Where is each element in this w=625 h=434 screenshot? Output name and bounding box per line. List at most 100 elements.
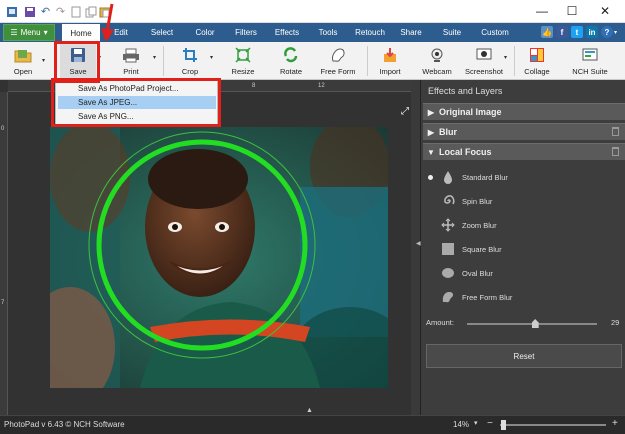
webcam-icon xyxy=(428,47,446,63)
effects-layers-panel: Effects and Layers ▶ Original Image ▶ Bl… xyxy=(416,80,625,415)
redo-icon[interactable]: ↷ xyxy=(53,4,68,19)
oval-icon xyxy=(440,265,456,281)
blur-option-oval[interactable]: Oval Blur xyxy=(426,262,493,284)
resize-button[interactable]: Resize xyxy=(226,44,260,78)
screenshot-dropdown-arrow[interactable]: ▾ xyxy=(504,54,507,61)
rotate-button[interactable]: Rotate xyxy=(273,44,309,78)
panel-title: Effects and Layers xyxy=(428,86,503,96)
tab-tools[interactable]: Tools xyxy=(312,23,344,42)
zoom-in-button[interactable]: + xyxy=(612,418,618,429)
linkedin-icon[interactable]: in xyxy=(586,26,598,38)
selected-indicator xyxy=(428,174,433,180)
fit-screen-icon[interactable]: ⤢ xyxy=(401,106,409,117)
chevron-down-icon[interactable]: ▾ xyxy=(614,29,617,36)
chevron-down-icon: ▼ xyxy=(427,147,435,157)
zoom-dropdown-arrow[interactable]: ▾ xyxy=(474,419,478,427)
cut-icon[interactable] xyxy=(68,4,83,19)
ruler-tick: 8 xyxy=(252,83,256,89)
screenshot-button[interactable]: Screenshot xyxy=(462,44,506,78)
printer-icon xyxy=(122,47,140,63)
photo-canvas[interactable] xyxy=(50,127,388,388)
hamburger-icon: ☰ xyxy=(10,28,18,37)
vertical-ruler: 0 7 xyxy=(0,92,8,415)
undo-icon[interactable]: ↶ xyxy=(38,4,53,19)
amount-label: Amount: xyxy=(426,318,454,327)
reset-button[interactable]: Reset xyxy=(426,344,622,368)
minimize-button[interactable]: — xyxy=(527,0,557,22)
crop-dropdown-arrow[interactable]: ▾ xyxy=(210,54,213,61)
annotation-arrow xyxy=(101,3,114,42)
annotation-box-menu xyxy=(51,78,221,127)
tab-filters[interactable]: Filters xyxy=(228,23,264,42)
chevron-down-icon: ▾ xyxy=(43,28,48,37)
import-icon xyxy=(381,47,399,63)
separator xyxy=(367,46,368,76)
zoom-out-button[interactable]: − xyxy=(487,418,493,429)
blur-option-spin[interactable]: Spin Blur xyxy=(426,190,492,212)
section-blur[interactable]: ▶ Blur xyxy=(423,123,625,140)
crop-button[interactable]: Crop xyxy=(173,44,207,78)
trash-icon[interactable] xyxy=(612,147,619,156)
twitter-icon[interactable]: t xyxy=(571,26,583,38)
photo-image xyxy=(50,127,388,388)
tab-suite[interactable]: Suite xyxy=(436,23,468,42)
chevron-right-icon: ▶ xyxy=(427,107,435,117)
collapse-panel-icon[interactable]: ◀ xyxy=(416,240,421,247)
ruler-tick: 0 xyxy=(1,126,5,132)
zoom-slider-thumb[interactable] xyxy=(501,420,506,430)
expand-up-icon[interactable]: ▲ xyxy=(306,407,313,414)
menu-bar: ☰ Menu ▾ Home Edit Select Color Filters … xyxy=(0,23,625,42)
droplet-icon xyxy=(440,169,456,185)
tab-share[interactable]: Share xyxy=(395,23,427,42)
print-dropdown-arrow[interactable]: ▾ xyxy=(153,54,156,61)
tab-effects[interactable]: Effects xyxy=(268,23,306,42)
amount-slider-thumb[interactable] xyxy=(531,319,539,328)
blur-option-standard[interactable]: Standard Blur xyxy=(426,166,508,188)
free-form-icon xyxy=(329,47,347,63)
tab-color[interactable]: Color xyxy=(188,23,222,42)
title-bar: ↶ ↷ — ☐ ✕ xyxy=(0,0,625,23)
ruler-tick: 12 xyxy=(318,83,325,89)
spiral-icon xyxy=(440,193,456,209)
save-icon[interactable] xyxy=(22,4,37,19)
vertical-scrollbar[interactable] xyxy=(411,80,420,415)
section-local-focus[interactable]: ▼ Local Focus xyxy=(423,143,625,160)
print-button[interactable]: Print xyxy=(115,44,147,78)
square-icon xyxy=(440,241,456,257)
close-button[interactable]: ✕ xyxy=(590,0,620,22)
version-text: PhotoPad v 6.43 © NCH Software xyxy=(4,420,125,429)
trash-icon[interactable] xyxy=(612,127,619,136)
rotate-icon xyxy=(282,47,300,63)
facebook-icon[interactable]: f xyxy=(556,26,568,38)
import-button[interactable]: Import xyxy=(373,44,407,78)
collage-icon xyxy=(528,47,546,63)
tab-custom[interactable]: Custom xyxy=(475,23,515,42)
tab-retouch[interactable]: Retouch xyxy=(349,23,391,42)
resize-icon xyxy=(234,47,252,63)
webcam-button[interactable]: Webcam xyxy=(419,44,455,78)
blur-option-square[interactable]: Square Blur xyxy=(426,238,502,260)
folder-icon xyxy=(14,47,32,63)
tab-select[interactable]: Select xyxy=(142,23,182,42)
free-form-icon xyxy=(440,289,456,305)
collage-button[interactable]: Collage xyxy=(520,44,554,78)
section-original-image[interactable]: ▶ Original Image xyxy=(423,103,625,120)
free-form-button[interactable]: Free Form xyxy=(316,44,360,78)
crop-icon xyxy=(181,47,199,63)
blur-option-zoom[interactable]: Zoom Blur xyxy=(426,214,497,236)
zoom-level: 14% xyxy=(453,420,470,429)
open-dropdown-arrow[interactable]: ▾ xyxy=(42,57,45,64)
menu-button[interactable]: ☰ Menu ▾ xyxy=(3,24,55,41)
help-icon[interactable]: ? xyxy=(601,26,613,38)
amount-value: 29 xyxy=(611,318,620,327)
nch-suite-button[interactable]: NCH Suite xyxy=(568,44,612,78)
screenshot-icon xyxy=(475,47,493,63)
app-icon xyxy=(4,4,19,19)
open-button[interactable]: Open xyxy=(6,44,40,78)
separator xyxy=(163,46,164,76)
blur-option-free-form[interactable]: Free Form Blur xyxy=(426,286,512,308)
thumbs-up-icon[interactable]: 👍 xyxy=(541,26,553,38)
ruler-tick: 7 xyxy=(1,300,5,306)
maximize-button[interactable]: ☐ xyxy=(557,0,587,22)
zoom-slider-track[interactable] xyxy=(500,424,606,426)
